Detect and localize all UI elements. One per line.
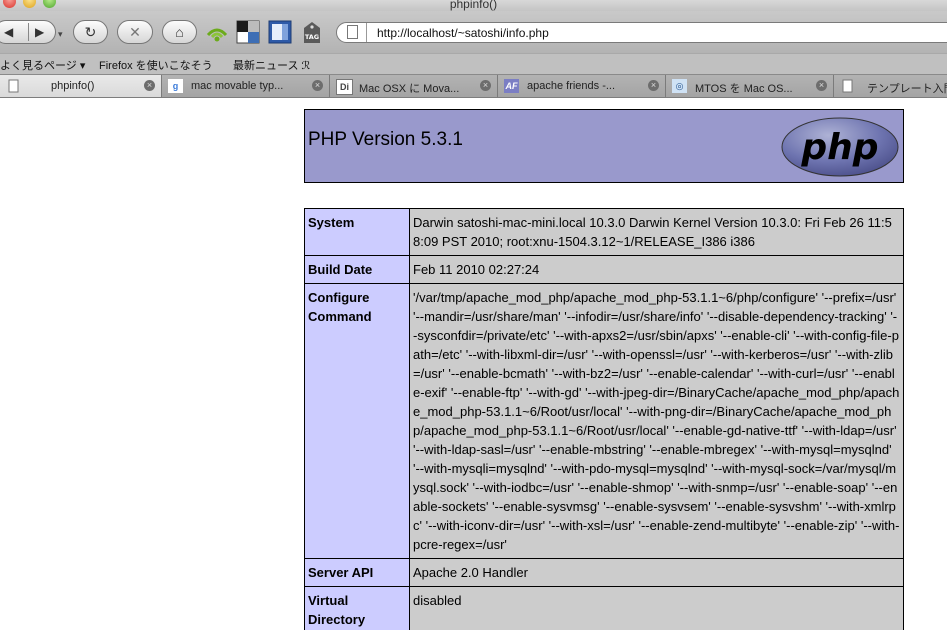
row-key: Server API <box>304 558 410 587</box>
row-value: Apache 2.0 Handler <box>409 558 904 587</box>
row-key: System <box>304 208 410 256</box>
tab-mac-osx[interactable]: Di Mac OSX に Mova... × <box>330 75 498 97</box>
row-value: Darwin satoshi-mac-mini.local 10.3.0 Dar… <box>409 208 904 256</box>
url-input[interactable]: http://localhost/~satoshi/info.php <box>377 26 549 40</box>
table-row: Server API Apache 2.0 Handler <box>304 558 904 587</box>
stop-button[interactable]: ✕ <box>117 20 153 44</box>
stop-icon: ✕ <box>129 24 141 40</box>
history-dropdown-icon[interactable]: ▾ <box>58 29 63 40</box>
tab-label: MTOS を Mac OS... <box>695 83 793 95</box>
delicious-icon[interactable] <box>236 20 260 44</box>
home-icon: ⌂ <box>175 24 184 40</box>
sidebar-panel-icon[interactable] <box>268 20 292 44</box>
bookmarks-toolbar: よく見るページ ▾ Firefox を使いこなそう 最新ニュース ℛ <box>0 53 947 74</box>
svg-text:php: php <box>800 127 878 168</box>
row-key: Build Date <box>304 255 410 284</box>
bookmark-getting-started[interactable]: Firefox を使いこなそう <box>99 57 213 73</box>
url-bar[interactable]: http://localhost/~satoshi/info.php <box>336 22 947 43</box>
bookmark-latest-news[interactable]: 最新ニュース ℛ <box>233 57 310 73</box>
table-row: System Darwin satoshi-mac-mini.local 10.3… <box>304 208 904 256</box>
php-version-header: PHP Version 5.3.1 php <box>304 109 904 183</box>
svg-text:TAG: TAG <box>305 33 319 41</box>
row-key: Configure Command <box>304 283 410 559</box>
table-row: Virtual Directory Supportdisabled <box>304 586 904 630</box>
navigation-toolbar: ◀ ▶ ▾ ↻ ✕ ⌂ TAG http://localhost/~satosh… <box>0 11 947 53</box>
tab-mtos[interactable]: ◎ MTOS を Mac OS... × <box>666 75 834 97</box>
system-info-table: System Darwin satoshi-mac-mini.local 10.3… <box>304 208 904 630</box>
tag-icon[interactable]: TAG <box>300 20 324 44</box>
bookmark-most-visited[interactable]: よく見るページ ▾ <box>0 57 85 73</box>
close-tab-icon[interactable]: × <box>480 80 491 91</box>
tab-strip: phpinfo() × g mac movable typ... × Di Ma… <box>0 74 947 98</box>
tab-label: phpinfo() <box>51 80 95 92</box>
close-tab-icon[interactable]: × <box>816 80 827 91</box>
back-forward-group: ◀ ▶ <box>0 20 56 44</box>
row-value: Feb 11 2010 02:27:24 <box>409 255 904 284</box>
php-logo[interactable]: php <box>781 117 899 177</box>
table-row: Configure Command '/var/tmp/apache_mod_ph… <box>304 283 904 559</box>
tab-google[interactable]: g mac movable typ... × <box>162 75 330 97</box>
page-content: PHP Version 5.3.1 php System Darwin satos… <box>0 98 947 630</box>
window-title: phpinfo() <box>449 0 498 11</box>
tab-label: apache friends -... <box>527 80 616 92</box>
tab-label: テンプレート入門 <box>867 83 947 95</box>
close-tab-icon[interactable]: × <box>648 80 659 91</box>
home-button[interactable]: ⌂ <box>162 20 197 44</box>
page-title: PHP Version 5.3.1 <box>308 129 463 150</box>
tab-apache-friends[interactable]: AF apache friends -... × <box>498 75 666 97</box>
row-value: disabled <box>409 586 904 630</box>
row-value: '/var/tmp/apache_mod_php/apache_mod_php-… <box>409 283 904 559</box>
tab-label: mac movable typ... <box>191 80 284 92</box>
close-tab-icon[interactable]: × <box>144 80 155 91</box>
window-titlebar: phpinfo() <box>0 0 947 11</box>
page-icon <box>347 25 358 39</box>
di-icon: Di <box>336 79 353 95</box>
reload-icon: ↻ <box>84 24 97 40</box>
tab-template[interactable]: テンプレート入門 <box>834 75 947 97</box>
page-icon <box>842 79 853 93</box>
rss-signal-icon[interactable] <box>205 20 229 44</box>
google-icon: g <box>168 79 183 93</box>
reload-button[interactable]: ↻ <box>73 20 108 44</box>
table-row: Build Date Feb 11 2010 02:27:24 <box>304 255 904 284</box>
mtos-icon: ◎ <box>672 79 687 93</box>
back-arrow-icon[interactable]: ◀ <box>4 25 13 39</box>
row-key: Virtual Directory Support <box>304 586 410 630</box>
close-tab-icon[interactable]: × <box>312 80 323 91</box>
forward-arrow-icon[interactable]: ▶ <box>35 25 44 39</box>
tab-label: Mac OSX に Mova... <box>359 83 460 95</box>
apache-friends-icon: AF <box>504 79 519 93</box>
tab-phpinfo[interactable]: phpinfo() × <box>0 75 162 97</box>
page-icon <box>8 79 19 93</box>
